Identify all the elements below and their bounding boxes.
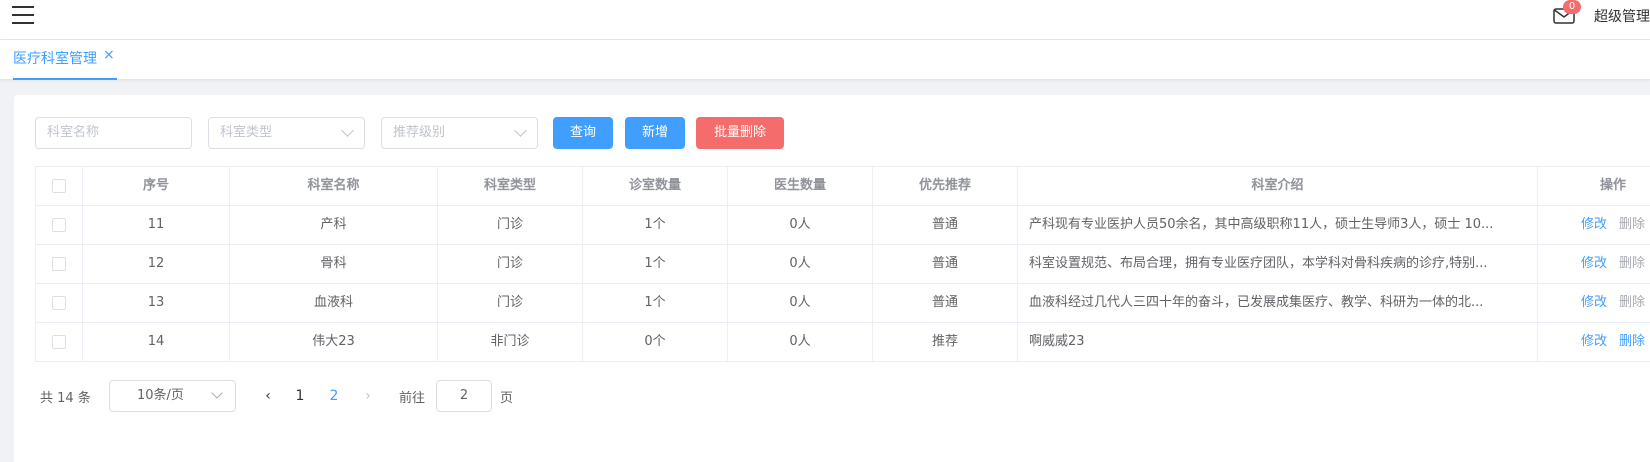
column-header[interactable]: 诊室数量	[583, 167, 728, 205]
row-checkbox[interactable]	[52, 295, 66, 310]
query-button[interactable]: 查询	[553, 117, 613, 149]
close-icon[interactable]: ×	[103, 48, 115, 62]
cell-doctors: 0人	[728, 245, 873, 283]
row-checkbox[interactable]	[52, 334, 66, 349]
page-size-select[interactable]: 10条/页	[109, 380, 236, 412]
page-1[interactable]: 1	[290, 380, 310, 412]
column-header[interactable]: 科室介绍	[1018, 167, 1538, 205]
edit-button[interactable]: 修改	[1581, 217, 1607, 232]
cell-id: 14	[83, 323, 230, 361]
tags-bar: 医疗科室管理 ×	[0, 40, 1650, 80]
column-header[interactable]: 科室名称	[230, 167, 438, 205]
row-checkbox[interactable]	[52, 256, 66, 271]
cell-type: 门诊	[438, 206, 583, 244]
cell-doctors: 0人	[728, 284, 873, 322]
cell-name: 伟大23	[230, 323, 438, 361]
table-row: 11 产科 门诊 1个 0人 普通 产科现有专业医护人员50余名，其中高级职称11人，硕士生…	[36, 206, 1650, 245]
department-type-placeholder: 科室类型	[220, 125, 273, 140]
next-page-icon[interactable]: ›	[358, 380, 378, 412]
delete-button[interactable]: 删除	[1619, 334, 1645, 349]
column-header[interactable]: 操作	[1538, 167, 1650, 205]
pagination-total: 共 14 条	[40, 391, 91, 406]
cell-id: 13	[83, 284, 230, 322]
cell-name: 产科	[230, 206, 438, 244]
cell-type: 非门诊	[438, 323, 583, 361]
goto-suffix: 页	[500, 391, 514, 406]
cell-intro: 产科现有专业医护人员50余名，其中高级职称11人，硕士生导师3人，硕士 10..…	[1018, 206, 1538, 244]
row-actions: 修改 删除	[1538, 245, 1650, 283]
cell-id: 12	[83, 245, 230, 283]
batch-delete-button[interactable]: 批量删除	[696, 117, 784, 149]
cell-priority: 普通	[873, 284, 1018, 322]
cell-priority: 普通	[873, 245, 1018, 283]
row-actions: 修改 删除	[1538, 284, 1650, 322]
row-actions: 修改 删除	[1538, 323, 1650, 361]
select-all-checkbox[interactable]	[52, 178, 66, 193]
column-header[interactable]: 医生数量	[728, 167, 873, 205]
department-type-select[interactable]: 科室类型	[208, 117, 365, 149]
recommend-level-select[interactable]: 推荐级别	[381, 117, 538, 149]
row-select-cell	[36, 245, 83, 283]
page-size-value: 10条/页	[137, 388, 184, 403]
page-2-current[interactable]: 2	[324, 380, 344, 412]
cell-type: 门诊	[438, 284, 583, 322]
tab-department-management[interactable]: 医疗科室管理 ×	[13, 48, 117, 80]
department-name-input[interactable]: 科室名称	[35, 117, 192, 149]
row-select-cell	[36, 206, 83, 244]
chevron-down-icon	[211, 387, 223, 399]
cell-id: 11	[83, 206, 230, 244]
row-select-cell	[36, 284, 83, 322]
cell-intro: 血液科经过几代人三四十年的奋斗，已发展成集医疗、教学、科研为一体的北...	[1018, 284, 1538, 322]
goto-label: 前往	[399, 391, 426, 406]
department-table: 序号 科室名称 科室类型 诊室数量 医生数量 优先推荐 科室介绍 操作 11 产科…	[35, 166, 1650, 362]
cell-type: 门诊	[438, 245, 583, 283]
select-all-cell	[36, 167, 83, 205]
column-header[interactable]: 科室类型	[438, 167, 583, 205]
row-checkbox[interactable]	[52, 217, 66, 232]
cell-rooms: 1个	[583, 206, 728, 244]
cell-doctors: 0人	[728, 323, 873, 361]
delete-button[interactable]: 删除	[1619, 217, 1645, 232]
cell-name: 骨科	[230, 245, 438, 283]
edit-button[interactable]: 修改	[1581, 295, 1607, 310]
cell-priority: 推荐	[873, 323, 1018, 361]
cell-name: 血液科	[230, 284, 438, 322]
add-button[interactable]: 新增	[625, 117, 685, 149]
delete-button[interactable]: 删除	[1619, 256, 1645, 271]
edit-button[interactable]: 修改	[1581, 334, 1607, 349]
cell-intro: 啊威威23	[1018, 323, 1538, 361]
column-header[interactable]: 优先推荐	[873, 167, 1018, 205]
cell-priority: 普通	[873, 206, 1018, 244]
user-name[interactable]: 超级管理	[1594, 6, 1650, 26]
chevron-down-icon	[514, 124, 527, 137]
cell-rooms: 1个	[583, 284, 728, 322]
prev-page-icon[interactable]: ‹	[258, 380, 278, 412]
edit-button[interactable]: 修改	[1581, 256, 1607, 271]
cell-doctors: 0人	[728, 206, 873, 244]
chevron-down-icon	[341, 124, 354, 137]
table-row: 12 骨科 门诊 1个 0人 普通 科室设置规范、布局合理，拥有专业医疗团队，本学科对骨科疾…	[36, 245, 1650, 284]
tab-label: 医疗科室管理	[13, 51, 97, 67]
delete-button[interactable]: 删除	[1619, 295, 1645, 310]
table-row: 13 血液科 门诊 1个 0人 普通 血液科经过几代人三四十年的奋斗，已发展成集医疗、教学、…	[36, 284, 1650, 323]
row-select-cell	[36, 323, 83, 361]
table-row: 14 伟大23 非门诊 0个 0人 推荐 啊威威23 修改 删除	[36, 323, 1650, 362]
column-header[interactable]: 序号	[83, 167, 230, 205]
cell-intro: 科室设置规范、布局合理，拥有专业医疗团队，本学科对骨科疾病的诊疗,特别...	[1018, 245, 1538, 283]
cell-rooms: 0个	[583, 323, 728, 361]
row-actions: 修改 删除	[1538, 206, 1650, 244]
cell-rooms: 1个	[583, 245, 728, 283]
table-header-row: 序号 科室名称 科室类型 诊室数量 医生数量 优先推荐 科室介绍 操作	[36, 167, 1650, 206]
recommend-level-placeholder: 推荐级别	[393, 125, 446, 140]
top-header: 0 超级管理	[0, 0, 1650, 40]
goto-page-input[interactable]: 2	[436, 380, 492, 412]
mail-badge: 0	[1563, 0, 1581, 14]
menu-toggle-icon[interactable]	[12, 6, 34, 26]
